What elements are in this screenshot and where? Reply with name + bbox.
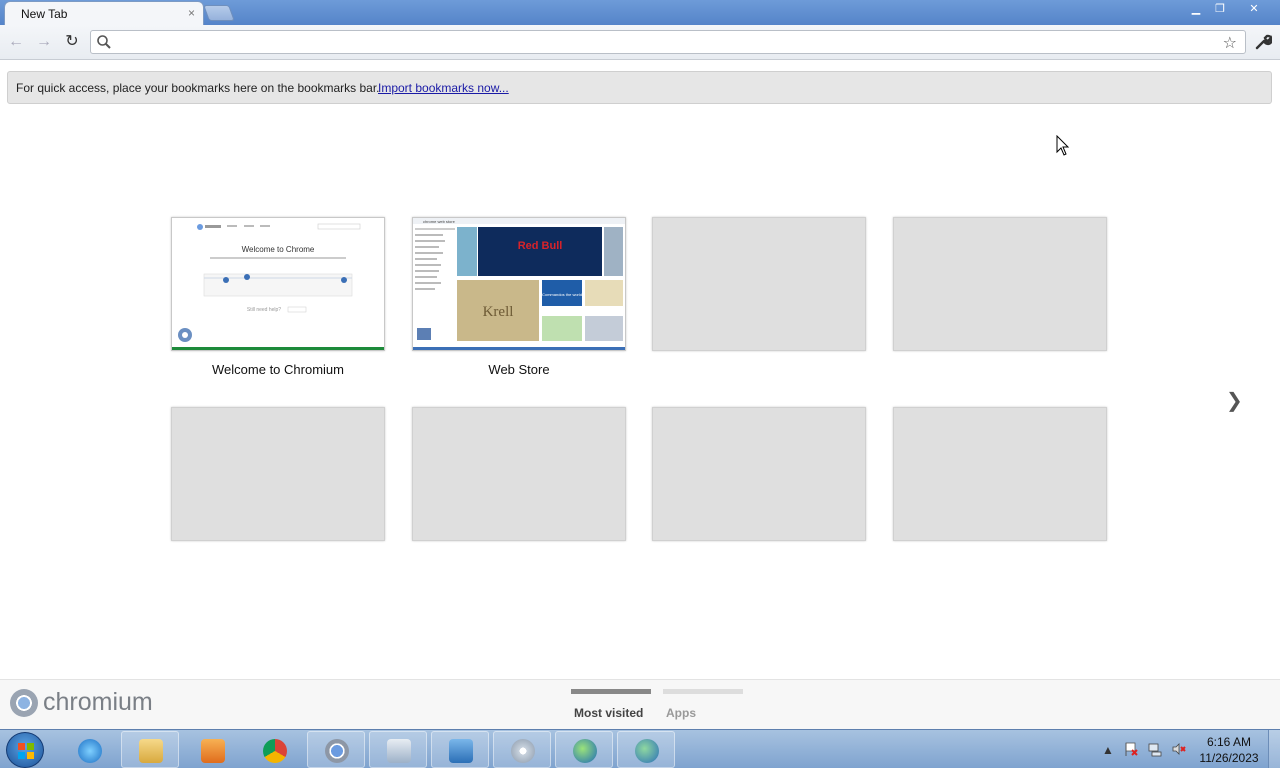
tab-strip: New Tab × ▁ ❐ ✕: [0, 0, 1280, 25]
store-thumb-banner: Red Bull: [518, 240, 563, 252]
reload-button[interactable]: ↻: [62, 32, 82, 52]
tab-most-visited[interactable]: Most visited: [574, 706, 643, 720]
control-panel-icon: [449, 739, 473, 763]
show-desktop-button[interactable]: [1268, 730, 1280, 768]
taskbar-chrome[interactable]: [245, 731, 303, 768]
taskbar-control-panel[interactable]: [431, 731, 489, 768]
calendar-icon: [387, 739, 411, 763]
network-icon[interactable]: [1147, 741, 1163, 757]
bookmarks-bar: For quick access, place your bookmarks h…: [7, 71, 1272, 104]
taskbar-calendar-tool[interactable]: [369, 731, 427, 768]
tile-accent-bar: [172, 347, 384, 350]
toolbar: ← → ↻ ☆: [0, 25, 1280, 60]
back-button[interactable]: ←: [6, 32, 26, 52]
web-store-thumbnail: chrome web store Red Bull Krell Commando…: [413, 218, 625, 347]
taskbar-file-explorer[interactable]: [121, 731, 179, 768]
tile-title-welcome: Welcome to Chromium: [212, 362, 344, 377]
most-visited-tile-web-store[interactable]: chrome web store Red Bull Krell Commando…: [412, 217, 626, 351]
welcome-thumb-heading: Welcome to Chrome: [242, 245, 315, 254]
tab-apps[interactable]: Apps: [666, 706, 696, 720]
taskbar-chromium[interactable]: [307, 731, 365, 768]
most-visited-tile-empty: [412, 407, 626, 541]
chrome-icon: [263, 739, 287, 763]
taskbar-internet-explorer[interactable]: [60, 731, 118, 768]
tab-close-icon[interactable]: ×: [188, 6, 195, 20]
clock-time[interactable]: 6:16 AM: [1201, 735, 1257, 749]
tile-title-web-store: Web Store: [488, 362, 550, 377]
window-close-icon[interactable]: ✕: [1242, 1, 1266, 17]
minimize-icon[interactable]: ▁: [1184, 1, 1208, 17]
bookmarks-bar-hint: For quick access, place your bookmarks h…: [16, 81, 380, 95]
search-icon: [97, 35, 111, 49]
disc-icon: [511, 739, 535, 763]
brand-wordmark: chromium: [43, 688, 153, 716]
next-page-arrow-icon[interactable]: ❯: [1226, 388, 1243, 413]
mouse-cursor-icon: [1056, 135, 1070, 156]
most-visited-tile-empty: [893, 217, 1107, 351]
media-player-icon: [201, 739, 225, 763]
store-thumb-tile-b: Krell: [483, 304, 514, 320]
most-visited-tile-welcome[interactable]: Welcome to Chrome Still need help?: [171, 217, 385, 351]
taskbar-media-player[interactable]: [183, 731, 241, 768]
tab-new-tab[interactable]: New Tab ×: [4, 1, 204, 25]
windows-logo-icon: [18, 743, 34, 759]
bookmark-star-icon[interactable]: ☆: [1223, 33, 1237, 53]
taskbar-globe-checklist[interactable]: [617, 731, 675, 768]
most-visited-tile-empty: [893, 407, 1107, 541]
action-center-flag-icon[interactable]: [1123, 741, 1139, 757]
chromium-logo-icon: [10, 689, 38, 717]
welcome-page-thumbnail: Welcome to Chrome Still need help?: [172, 218, 384, 347]
most-visited-tile-empty: [652, 407, 866, 541]
forward-button[interactable]: →: [34, 32, 54, 52]
omnibox[interactable]: ☆: [90, 30, 1246, 54]
tile-accent-bar: [413, 347, 625, 350]
folder-icon: [139, 739, 163, 763]
store-thumb-tile-c: Commandos the world: [542, 292, 582, 297]
store-thumb-title: chrome web store: [423, 219, 456, 224]
maximize-icon[interactable]: ❐: [1208, 1, 1232, 17]
volume-muted-icon[interactable]: [1171, 741, 1187, 757]
tray-expand-icon[interactable]: ▲: [1102, 743, 1114, 757]
most-visited-indicator: [571, 689, 651, 694]
start-button[interactable]: [6, 732, 44, 768]
new-tab-button[interactable]: [203, 5, 235, 21]
new-tab-footer: chromium Most visited Apps: [0, 679, 1280, 729]
internet-explorer-icon: [78, 739, 102, 763]
clock-date[interactable]: 11/26/2023: [1197, 751, 1261, 765]
welcome-thumb-footer: Still need help?: [247, 307, 281, 313]
globe-icon: [573, 739, 597, 763]
taskbar: ▲ 6:16 AM 11/26/2023: [0, 729, 1280, 768]
globe-checklist-icon: [635, 739, 659, 763]
omnibox-input[interactable]: [117, 33, 1207, 51]
wrench-menu-icon[interactable]: [1254, 33, 1272, 51]
tab-title: New Tab: [21, 7, 68, 21]
most-visited-tile-empty: [652, 217, 866, 351]
apps-indicator: [663, 689, 743, 694]
import-bookmarks-link[interactable]: Import bookmarks now...: [378, 81, 509, 95]
most-visited-tile-empty: [171, 407, 385, 541]
chromium-icon: [325, 739, 349, 763]
taskbar-disc-burner[interactable]: [493, 731, 551, 768]
taskbar-network-globe[interactable]: [555, 731, 613, 768]
